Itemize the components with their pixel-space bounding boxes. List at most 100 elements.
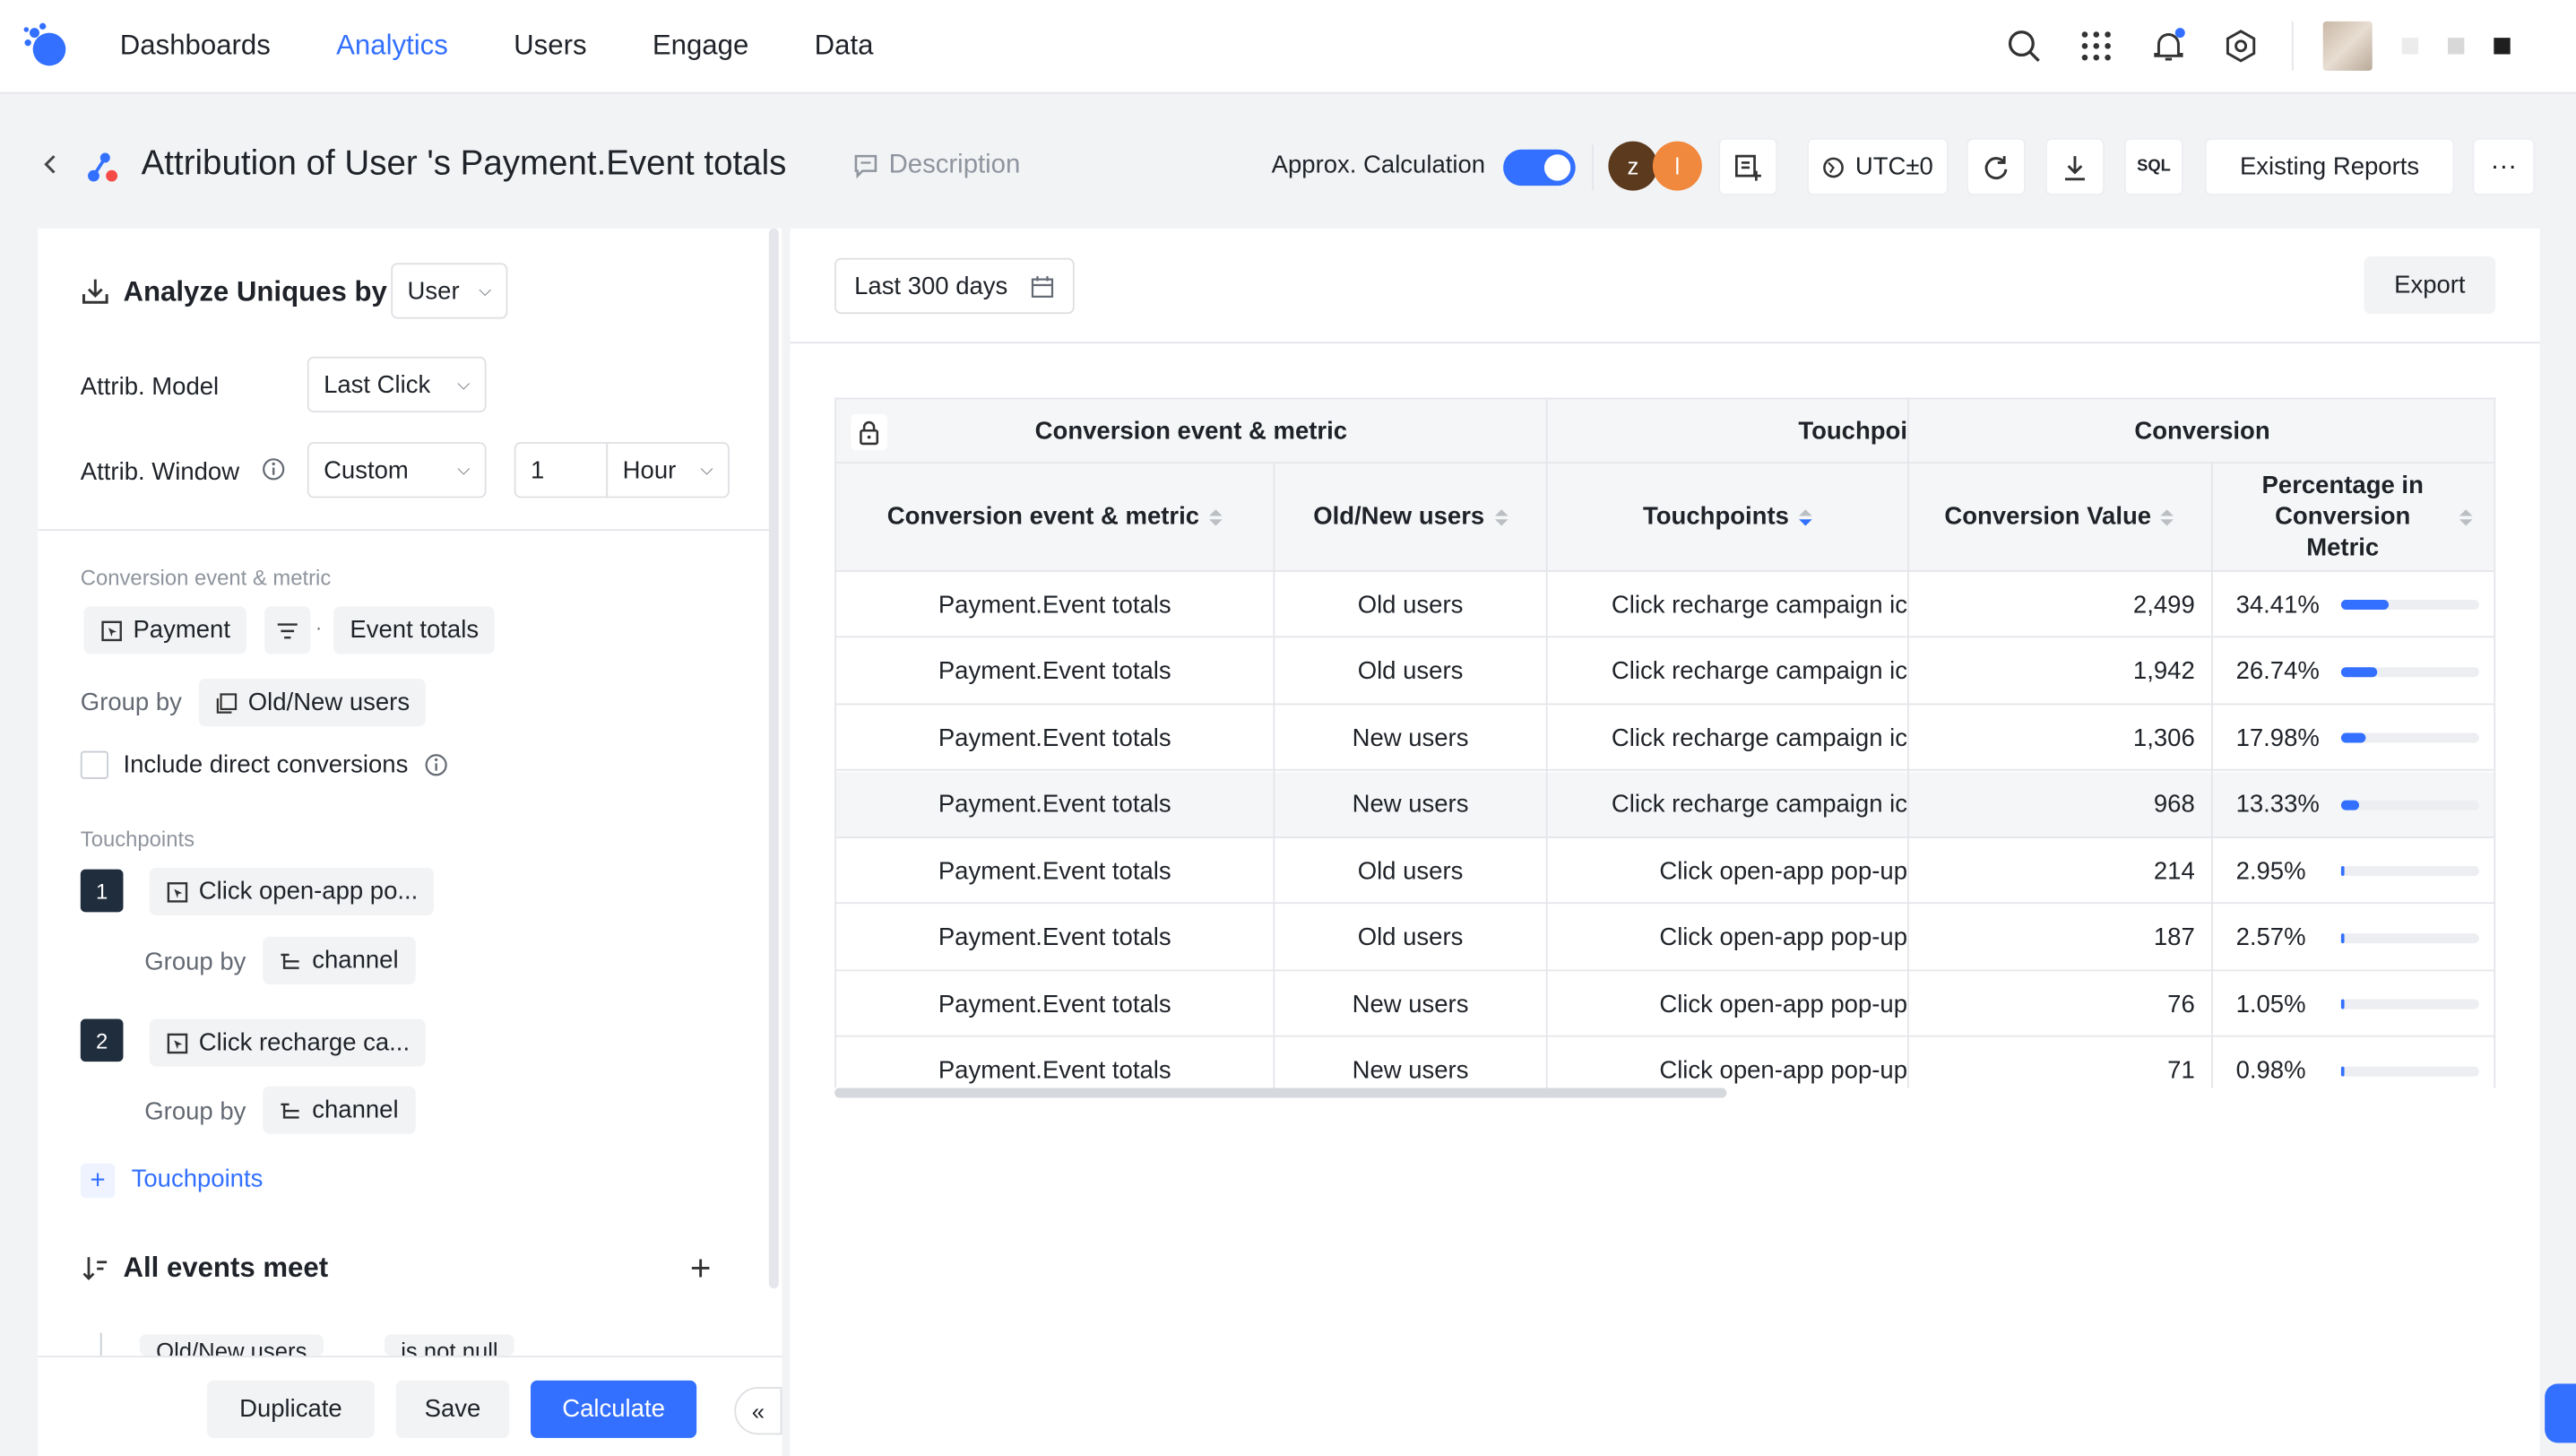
include-direct-checkbox[interactable] [80, 750, 108, 779]
analyze-uniques-value: User [407, 276, 460, 306]
duplicate-button[interactable]: Duplicate [206, 1380, 375, 1438]
nav-analytics[interactable]: Analytics [336, 30, 448, 63]
cell-conversion-value: 71 [2167, 1056, 2195, 1085]
search-icon[interactable] [2002, 24, 2045, 67]
user-avatar[interactable] [2322, 21, 2373, 71]
column-header-touchpoints[interactable]: Touchpoints [1547, 463, 1907, 572]
table-row[interactable]: Payment.Event totals New users Click recha… [835, 705, 2494, 771]
percentage-bar [2340, 799, 2479, 810]
date-range-picker[interactable]: Last 300 days [834, 257, 1075, 315]
percentage-bar [2340, 732, 2479, 743]
table-row[interactable]: Payment.Event totals New users Click open-… [836, 1038, 2494, 1088]
back-chevron-icon[interactable] [43, 152, 59, 180]
window-number-value: 1 [531, 455, 545, 484]
touchpoint-chip[interactable]: Click open-app po... [149, 867, 435, 915]
touchpoint-group-chip[interactable]: channel [263, 936, 415, 984]
calculate-button[interactable]: Calculate [531, 1380, 697, 1438]
sort-icon[interactable] [2459, 508, 2473, 525]
table-row[interactable]: Payment.Event totals Old users Click recha… [835, 638, 2494, 705]
sort-desc-active-icon[interactable] [1798, 508, 1812, 525]
table-horizontal-scrollbar[interactable] [834, 1088, 1727, 1098]
column-label: Touchpoints [1643, 502, 1789, 532]
percentage-bar [2340, 999, 2479, 1010]
more-options-button[interactable]: ··· [2472, 137, 2536, 196]
filter-property-chip[interactable]: Old/New users [139, 1334, 324, 1356]
add-touchpoints-button[interactable]: Touchpoints [132, 1166, 264, 1193]
percentage-bar-fill [2340, 1065, 2345, 1076]
column-header-metric[interactable]: Conversion event & metric [835, 463, 1274, 572]
section-divider [38, 529, 769, 532]
analyze-uniques-icon [81, 276, 110, 312]
window-number-input[interactable]: 1 [514, 442, 609, 498]
touchpoint-group-chip[interactable]: channel [263, 1086, 415, 1134]
touchpoint-chip[interactable]: Click recharge ca... [149, 1018, 427, 1067]
nav-data[interactable]: Data [815, 30, 874, 63]
save-button[interactable]: Save [395, 1380, 510, 1438]
column-label: Percentage in Conversion Metric [2261, 472, 2424, 562]
existing-reports-button[interactable]: Existing Reports [2204, 137, 2455, 196]
table-row[interactable]: Payment.Event totals Old users Click recha… [835, 572, 2494, 638]
nav-dashboards[interactable]: Dashboards [120, 30, 271, 63]
table-row[interactable]: Payment.Event totals Old users Click open-… [835, 905, 2494, 971]
info-icon[interactable] [424, 753, 448, 784]
info-icon[interactable] [261, 457, 285, 489]
lock-icon[interactable] [851, 413, 887, 451]
event-icon [167, 881, 188, 902]
add-filter-plus-icon[interactable]: + [690, 1247, 712, 1290]
nav-engage[interactable]: Engage [653, 30, 748, 63]
column-header-users[interactable]: Old/New users [1273, 463, 1548, 572]
table-row[interactable]: Payment.Event totals New users Click open-… [835, 971, 2494, 1037]
touchpoint-group-by-label: Group by [144, 1097, 246, 1126]
collaborator-avatar[interactable]: l [1652, 141, 1702, 191]
cell-conversion-value: 187 [2153, 923, 2195, 952]
table-row[interactable]: Payment.Event totals Old users Click open-… [835, 838, 2494, 905]
filter-icon[interactable] [264, 606, 311, 654]
group-header-label: Conversion [2134, 416, 2270, 445]
filter-operator-chip[interactable]: is not null [384, 1334, 514, 1356]
nav-divider [2291, 21, 2294, 71]
cell-touchpoint: Click recharge campaign ic [1611, 790, 1907, 819]
column-divider [2211, 463, 2213, 1088]
cell-users: New users [1352, 724, 1469, 752]
group-header-label: Touchpoi [1798, 416, 1907, 445]
app-logo-icon[interactable] [20, 20, 73, 73]
analyze-uniques-select[interactable]: User ⌵ [391, 263, 508, 319]
plus-icon[interactable]: + [80, 1163, 116, 1199]
all-events-icon [82, 1255, 108, 1288]
window-unit-select[interactable]: Hour ⌵ [606, 442, 730, 498]
conversion-event-chip[interactable]: Payment [83, 606, 247, 654]
apps-grid-icon[interactable] [2075, 24, 2118, 67]
refresh-icon[interactable] [1966, 137, 2026, 196]
download-icon[interactable] [2044, 137, 2105, 196]
approx-calculation-toggle[interactable] [1503, 149, 1576, 186]
description-button[interactable]: Description [852, 152, 1020, 181]
metric-chip[interactable]: Event totals [333, 606, 496, 654]
column-header-percentage[interactable]: Percentage in Conversion Metric [2211, 463, 2494, 572]
attrib-window-select[interactable]: Custom ⌵ [307, 442, 487, 498]
nav-users[interactable]: Users [514, 30, 586, 63]
notification-bell-icon[interactable] [2148, 24, 2191, 67]
collaborator-avatar[interactable]: z [1608, 141, 1658, 191]
attrib-model-select[interactable]: Last Click ⌵ [307, 356, 487, 413]
collapse-panel-icon[interactable]: « [734, 1387, 782, 1435]
add-to-dashboard-icon[interactable] [1718, 137, 1778, 196]
export-button[interactable]: Export [2364, 256, 2496, 315]
chevron-down-icon: ⌵ [457, 461, 471, 480]
cell-metric: Payment.Event totals [938, 923, 1171, 952]
sort-icon[interactable] [1209, 508, 1223, 525]
blurred-username [2401, 38, 2419, 55]
cell-touchpoint: Click open-app pop-up [1659, 923, 1907, 952]
touchpoint-label: Click open-app po... [198, 877, 419, 906]
settings-gear-icon[interactable] [2219, 24, 2262, 67]
table-row[interactable]: Payment.Event totals New users Click recha… [835, 771, 2494, 837]
sort-icon[interactable] [1494, 508, 1508, 525]
sort-icon[interactable] [2161, 508, 2174, 525]
timezone-button[interactable]: UTC±0 [1807, 137, 1949, 196]
cell-users: New users [1352, 990, 1469, 1018]
group-by-chip[interactable]: Old/New users [198, 679, 427, 727]
sql-button[interactable]: SQL [2123, 137, 2183, 196]
group-header-conversion: Conversion [1906, 399, 2494, 464]
column-header-conversion-value[interactable]: Conversion Value [1906, 463, 2212, 572]
chat-assistant-button[interactable] [2545, 1383, 2576, 1443]
left-panel-scrollbar[interactable] [768, 228, 779, 1289]
